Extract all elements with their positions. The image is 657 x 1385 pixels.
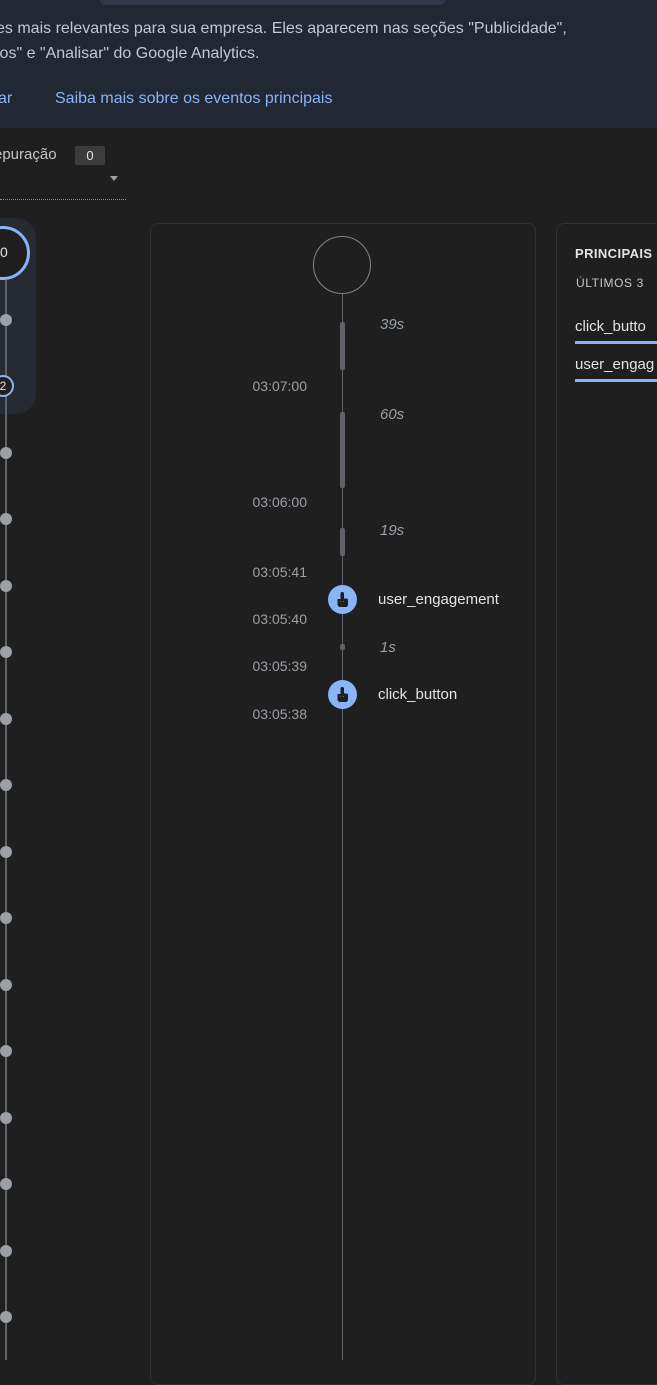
key-events-subtitle: ÚLTIMOS 3 bbox=[576, 276, 644, 290]
key-event-bar bbox=[575, 341, 657, 344]
minute-dot[interactable] bbox=[0, 1178, 12, 1190]
stream-start-circle bbox=[313, 236, 371, 294]
device-dropdown[interactable] bbox=[0, 168, 126, 200]
minutes-stream-line bbox=[5, 280, 7, 1360]
minute-dot[interactable] bbox=[0, 447, 12, 459]
seconds-stream-panel bbox=[150, 223, 536, 1385]
timestamp-label: 03:07:00 bbox=[252, 378, 308, 394]
gap-duration-label: 1s bbox=[380, 639, 396, 656]
key-events-title: PRINCIPAIS bbox=[575, 246, 653, 261]
gap-duration-label: 39s bbox=[380, 316, 405, 333]
minute-dot[interactable] bbox=[0, 513, 12, 525]
event-label-click-button[interactable]: click_button bbox=[378, 686, 457, 703]
gap-segment bbox=[340, 412, 345, 488]
minute-dot[interactable] bbox=[0, 912, 12, 924]
minute-dot[interactable] bbox=[0, 713, 12, 725]
minute-dot[interactable] bbox=[0, 1245, 12, 1257]
touch-icon[interactable] bbox=[328, 585, 357, 614]
gap-duration-label: 19s bbox=[380, 522, 405, 539]
banner-line-2: ios" e "Analisar" do Google Analytics. bbox=[0, 45, 260, 62]
minute-dot[interactable] bbox=[0, 314, 12, 326]
minute-dot[interactable] bbox=[0, 779, 12, 791]
minute-dot[interactable] bbox=[0, 1311, 12, 1323]
banner-text: es mais relevantes para sua empresa. Ele… bbox=[0, 16, 636, 66]
debug-devices-label: epuração bbox=[0, 146, 57, 163]
key-events-panel: PRINCIPAIS ÚLTIMOS 3 click_butto user_en… bbox=[556, 223, 657, 1385]
gap-segment bbox=[340, 644, 345, 650]
minute-dot[interactable] bbox=[0, 1045, 12, 1057]
timestamp-label: 03:05:41 bbox=[252, 564, 308, 580]
banner-tab-indicator bbox=[100, 0, 445, 5]
touch-icon[interactable] bbox=[328, 680, 357, 709]
minute-dot[interactable] bbox=[0, 979, 12, 991]
minute-dot[interactable] bbox=[0, 580, 12, 592]
minute-dot[interactable] bbox=[0, 646, 12, 658]
learn-more-key-events-link[interactable]: Saiba mais sobre os eventos principais bbox=[55, 90, 332, 108]
gap-segment bbox=[340, 322, 345, 370]
debug-devices-count-badge: 0 bbox=[75, 146, 105, 165]
timestamp-label: 03:06:00 bbox=[252, 494, 308, 510]
dropdown-underline bbox=[0, 199, 126, 200]
key-event-item[interactable]: click_butto bbox=[575, 318, 646, 335]
event-label-user-engagement[interactable]: user_engagement bbox=[378, 591, 499, 608]
timestamp-label: 03:05:40 bbox=[252, 611, 308, 627]
banner-line-1: es mais relevantes para sua empresa. Ele… bbox=[0, 20, 567, 37]
minute-dot[interactable] bbox=[0, 1112, 12, 1124]
current-minute-count: 0 bbox=[0, 244, 8, 260]
chevron-down-icon[interactable] bbox=[110, 176, 118, 181]
key-event-item[interactable]: user_engag bbox=[575, 356, 654, 373]
banner-link-partial[interactable]: ar bbox=[0, 90, 12, 108]
key-event-bar bbox=[575, 379, 657, 382]
timestamp-label: 03:05:39 bbox=[252, 658, 308, 674]
gap-segment bbox=[340, 528, 345, 556]
minute-dot[interactable] bbox=[0, 846, 12, 858]
timestamp-label: 03:05:38 bbox=[252, 706, 308, 722]
gap-duration-label: 60s bbox=[380, 406, 405, 423]
